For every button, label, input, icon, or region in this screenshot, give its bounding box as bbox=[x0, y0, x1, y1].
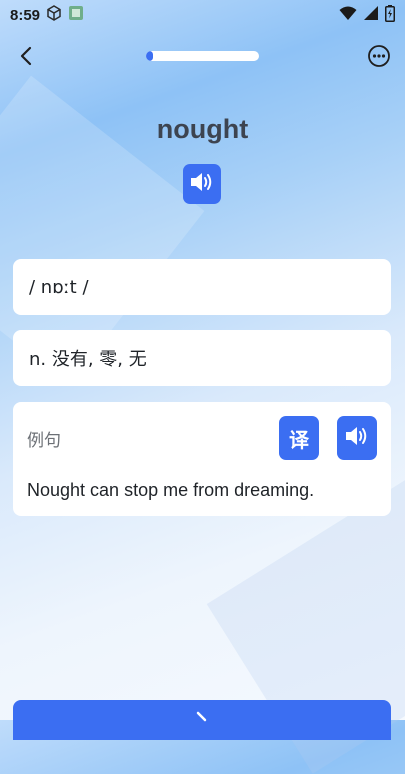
status-right bbox=[339, 4, 395, 26]
battery-icon bbox=[385, 4, 395, 26]
status-left: 8:59 bbox=[10, 5, 84, 25]
back-button[interactable] bbox=[12, 44, 40, 72]
example-label: 例句 bbox=[27, 430, 61, 451]
example-pronounce-button[interactable] bbox=[337, 416, 377, 460]
word-title: nought bbox=[156, 114, 249, 144]
example-actions: 译 bbox=[279, 416, 377, 460]
word-pronounce-button[interactable] bbox=[183, 164, 221, 204]
wifi-icon bbox=[339, 5, 357, 25]
example-sentence: Nought can stop me from dreaming. bbox=[27, 480, 315, 500]
speaker-icon bbox=[189, 170, 215, 198]
speaker-icon bbox=[344, 424, 370, 452]
phonetic-text: / nɒːt / bbox=[29, 276, 89, 298]
app-notification-icon bbox=[68, 5, 84, 25]
more-options-icon bbox=[367, 44, 391, 72]
next-button[interactable] bbox=[13, 700, 391, 740]
phonetic-card: / nɒːt / bbox=[13, 259, 391, 315]
chevron-right-icon bbox=[193, 710, 211, 740]
signal-icon bbox=[363, 5, 379, 25]
progress-bar bbox=[146, 51, 259, 61]
example-header: 例句 译 bbox=[27, 416, 377, 460]
meaning-text: n. 没有, 零, 无 bbox=[29, 349, 147, 370]
cube-icon bbox=[46, 5, 62, 25]
more-options-button[interactable] bbox=[365, 44, 393, 72]
translate-button[interactable]: 译 bbox=[279, 416, 319, 460]
status-bar: 8:59 bbox=[0, 0, 405, 30]
translate-label: 译 bbox=[289, 427, 309, 452]
status-time: 8:59 bbox=[10, 6, 41, 24]
progress-fill bbox=[146, 51, 153, 61]
example-card: 例句 译 Nought can stop me from dreaming. bbox=[13, 402, 391, 516]
chevron-left-icon bbox=[19, 46, 33, 70]
meaning-card: n. 没有, 零, 无 bbox=[13, 330, 391, 386]
